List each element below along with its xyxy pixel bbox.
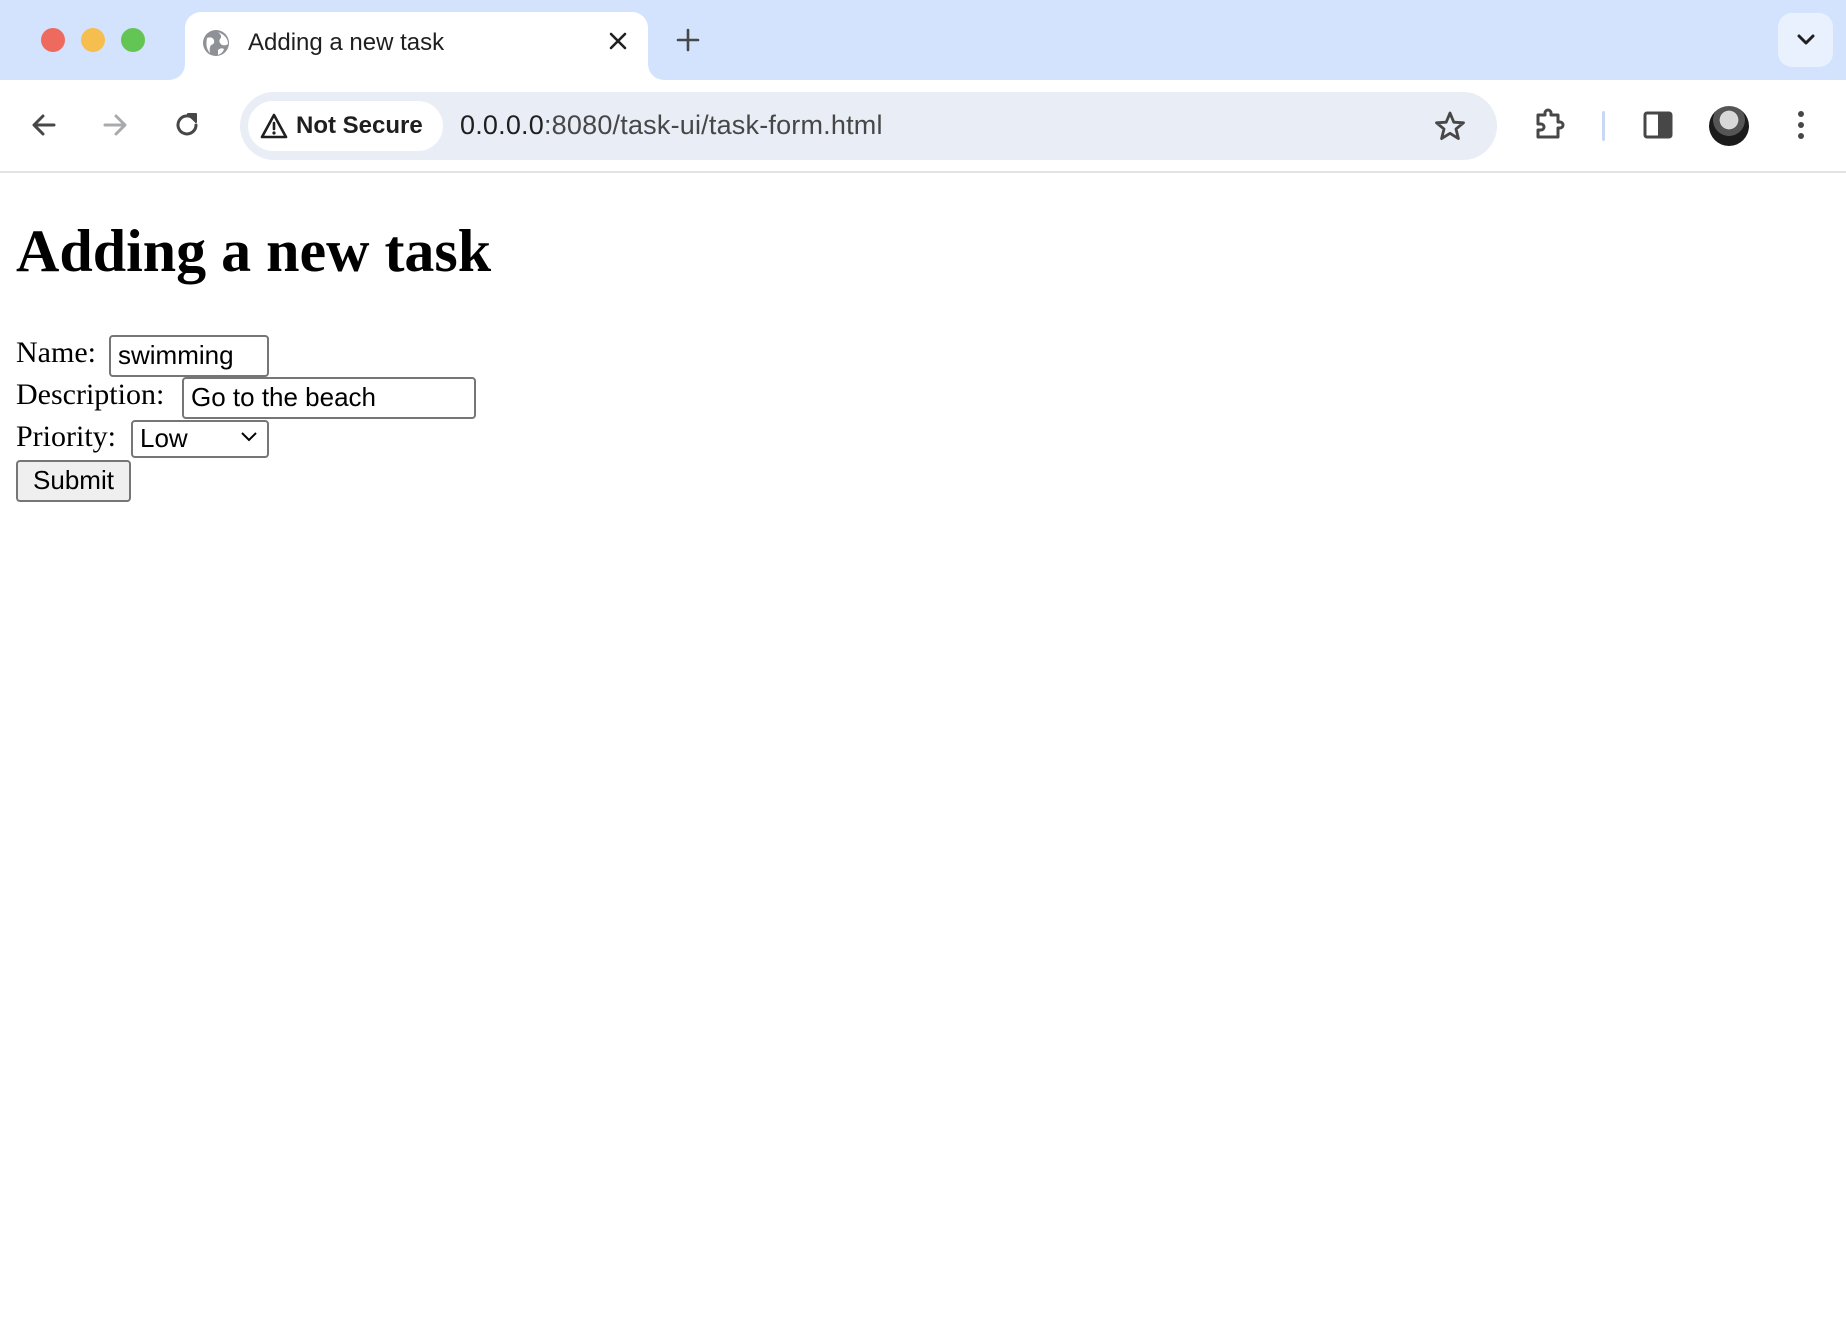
forward-button[interactable] [93, 103, 137, 147]
side-panel-icon [1643, 111, 1673, 139]
url-host: 0.0.0.0 [460, 110, 544, 140]
side-panel-button[interactable] [1636, 103, 1680, 147]
security-chip[interactable]: Not Secure [248, 101, 443, 151]
reload-icon [176, 113, 198, 136]
address-bar[interactable]: Not Secure 0.0.0.0:8080/task-ui/task-for… [240, 92, 1497, 160]
puzzle-icon [1536, 108, 1565, 139]
bookmark-button[interactable] [1430, 106, 1470, 146]
description-label: Description: [16, 378, 165, 411]
chevron-down-icon [241, 432, 257, 442]
url-path: :8080/task-ui/task-form.html [543, 110, 883, 140]
page-title: Adding a new task [16, 218, 492, 284]
browser-tab-active[interactable]: Adding a new task [185, 12, 648, 80]
globe-icon [201, 28, 231, 63]
tab-close-button[interactable] [603, 26, 633, 56]
name-input[interactable]: swimming [109, 335, 269, 377]
priority-selected-value: Low [140, 423, 188, 453]
new-tab-button[interactable] [670, 22, 706, 58]
close-icon [609, 32, 627, 50]
page-content: Adding a new task Name: swimming Descrip… [0, 173, 1846, 1328]
submit-button[interactable]: Submit [16, 460, 131, 502]
toolbar-divider [1602, 111, 1605, 141]
browser-menu-button[interactable] [1779, 103, 1823, 147]
window-minimize-button[interactable] [81, 28, 105, 52]
security-label: Not Secure [296, 112, 423, 139]
url-text[interactable]: 0.0.0.0:8080/task-ui/task-form.html [460, 110, 883, 141]
back-button[interactable] [22, 103, 66, 147]
browser-toolbar: Not Secure 0.0.0.0:8080/task-ui/task-for… [0, 80, 1846, 173]
priority-label: Priority: [16, 420, 117, 453]
window-close-button[interactable] [41, 28, 65, 52]
name-label: Name: [16, 336, 96, 369]
extensions-button[interactable] [1529, 103, 1573, 147]
tab-title: Adding a new task [248, 29, 445, 56]
window-zoom-button[interactable] [121, 28, 145, 52]
tab-search-button[interactable] [1778, 13, 1833, 67]
warning-icon [260, 113, 288, 139]
kebab-menu-icon [1798, 111, 1804, 139]
star-icon [1435, 111, 1465, 140]
arrow-right-icon [103, 114, 127, 136]
plus-icon [676, 28, 700, 52]
reload-button[interactable] [165, 103, 209, 147]
description-input[interactable]: Go to the beach [182, 377, 476, 419]
chevron-down-icon [1797, 34, 1814, 45]
profile-avatar[interactable] [1709, 106, 1749, 146]
tab-strip: Adding a new task [0, 0, 1846, 80]
priority-select[interactable]: Low [131, 420, 269, 458]
arrow-left-icon [32, 114, 56, 136]
